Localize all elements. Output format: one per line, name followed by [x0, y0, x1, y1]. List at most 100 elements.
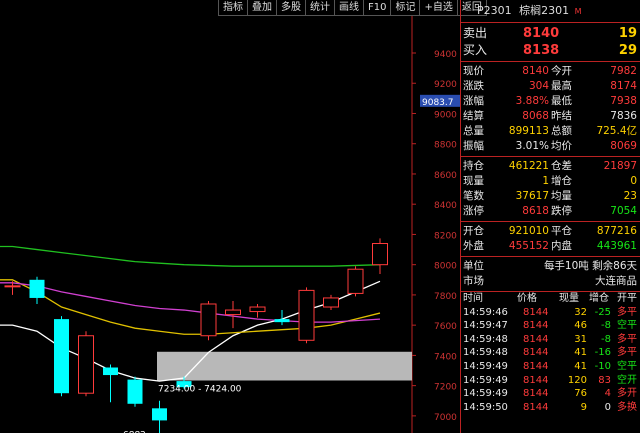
- stat-row: 外盘 455152 内盘 443961: [461, 239, 640, 254]
- trade-row: 14:59:49 8144 120 83 空开: [461, 374, 640, 388]
- stat-label: 均价: [551, 140, 572, 152]
- toolbar-button[interactable]: 叠加: [247, 0, 277, 16]
- market-value: 大连商品: [595, 275, 637, 287]
- stat-label: 持仓: [463, 160, 484, 172]
- stat-label: 总额: [551, 125, 572, 137]
- y-tick-label: 7000: [434, 413, 457, 423]
- trade-type: 多平: [617, 333, 637, 345]
- zone-label: 7234.00 - 7424.00: [158, 384, 242, 394]
- stat-value: 725.4亿: [596, 125, 637, 137]
- stat-label: 内盘: [551, 240, 572, 252]
- trade-change: -25: [594, 306, 611, 318]
- stat-row: 总量 899113 总额 725.4亿: [461, 124, 640, 139]
- stat-label: 仓差: [551, 160, 572, 172]
- trade-row: 14:59:49 8144 76 4 多开: [461, 387, 640, 401]
- stat-value: 8068: [522, 110, 549, 122]
- trade-row: 14:59:46 8144 32 -25 多平: [461, 306, 640, 320]
- trade-change: 4: [604, 388, 611, 400]
- trade-price: 8144: [523, 347, 549, 359]
- kline-chart[interactable]: 7000 7200 7400 7600 7800 8000 8200 8400 8600 8800…: [0, 0, 460, 433]
- stat-row: 现量 1 增仓 0: [461, 174, 640, 189]
- toolbar-button[interactable]: F10: [363, 0, 392, 16]
- stat-label: 外盘: [463, 240, 484, 252]
- contract-header: P2301 棕榈2301 M: [461, 0, 640, 23]
- candle-body: [225, 309, 241, 316]
- trade-price: 8144: [523, 388, 549, 400]
- toolbar-button[interactable]: +自选: [419, 0, 458, 16]
- trade-row: 14:59:48 8144 41 -16 多平: [461, 346, 640, 360]
- stat-row: 涨跌 304 最高 8174: [461, 79, 640, 94]
- stat-label: 增仓: [551, 175, 572, 187]
- trade-type: 多平: [617, 306, 637, 318]
- stat-value: 1: [542, 175, 549, 187]
- stat-value: 8069: [610, 140, 637, 152]
- candle-body: [4, 285, 21, 288]
- candle-body: [54, 319, 69, 394]
- stat-label: 跌停: [551, 205, 572, 217]
- buy-price: 8138: [523, 43, 560, 58]
- toolbar-button[interactable]: 统计: [305, 0, 335, 16]
- trade-change: -8: [601, 333, 611, 345]
- trade-type: 空平: [617, 360, 637, 372]
- y-tick-label: 7400: [434, 352, 457, 362]
- sell-volume: 19: [618, 26, 637, 41]
- trade-time: 14:59:48: [463, 347, 508, 359]
- trade-price: 8144: [523, 306, 549, 318]
- trades-header: 时间 价格 现量 增仓 开平: [461, 292, 640, 306]
- col-price: 价格: [517, 293, 537, 304]
- stat-label: 涨停: [463, 205, 484, 217]
- stat-row: 振幅 3.01% 均价 8069: [461, 139, 640, 154]
- stat-value: 877216: [596, 225, 637, 237]
- chart-toolbar: 指标 叠加 多股 统计 画线 F10 标记 +自选 返回: [218, 0, 487, 16]
- trade-row: 14:59:49 8144 41 -10 空平: [461, 360, 640, 374]
- stat-row: 笔数 37617 均量 23: [461, 189, 640, 204]
- col-volume: 现量: [559, 293, 579, 304]
- trade-time: 14:59:49: [463, 388, 508, 400]
- buy-row: 买入 8138 29: [461, 42, 640, 59]
- stat-value: 7938: [610, 95, 637, 107]
- toolbar-button[interactable]: 指标: [218, 0, 248, 16]
- trade-type: 多平: [617, 347, 637, 359]
- sell-label: 卖出: [463, 26, 488, 40]
- candle-body: [347, 268, 364, 294]
- trades-list[interactable]: 14:59:46 8144 32 -25 多平 14:59:47 8144 46 -8 空平 14:…: [461, 306, 640, 415]
- stat-row: 结算 8068 昨结 7836: [461, 109, 640, 124]
- toolbar-button[interactable]: 画线: [334, 0, 364, 16]
- stat-row: 持仓 461221 仓差 21897: [461, 159, 640, 174]
- stat-label: 开仓: [463, 225, 484, 237]
- trade-volume: 120: [567, 374, 587, 386]
- trade-volume: 76: [574, 388, 587, 400]
- y-tick-label: 7200: [434, 383, 457, 393]
- trade-volume: 31: [574, 333, 587, 345]
- buy-volume: 29: [618, 43, 637, 58]
- stats-block: 现价 8140 今开 7982 涨跌 304 最高 8174 涨幅 3.88% 最低 7938 结算 80…: [461, 62, 640, 157]
- stat-label: 昨结: [551, 110, 572, 122]
- trade-type: 多换: [617, 401, 637, 413]
- y-tick-label: 8600: [434, 171, 457, 181]
- candle-body: [274, 319, 290, 323]
- unit-label: 单位: [463, 260, 484, 272]
- trade-volume: 46: [574, 320, 587, 332]
- toolbar-button[interactable]: 多股: [276, 0, 306, 16]
- stat-row: 现价 8140 今开 7982: [461, 64, 640, 79]
- quote-panel: P2301 棕榈2301 M 卖出 8140 19 买入 8138 29 现价 8…: [460, 0, 640, 433]
- position-block: 持仓 461221 仓差 21897 现量 1 增仓 0 笔数 37617 均量 23 涨停 8618 跌停…: [461, 157, 640, 222]
- market-row: 市场 大连商品: [461, 274, 640, 289]
- col-change: 增仓: [589, 293, 609, 304]
- stat-label: 最高: [551, 80, 572, 92]
- trade-time: 14:59:48: [463, 333, 508, 345]
- stat-label: 均量: [551, 190, 572, 202]
- contract-code: P2301: [477, 4, 512, 17]
- stat-label: 最低: [551, 95, 572, 107]
- y-tick-label: 7600: [434, 322, 457, 332]
- stat-value: 37617: [515, 190, 549, 202]
- stat-label: 笔数: [463, 190, 484, 202]
- candle-body: [323, 297, 339, 308]
- stat-value: 23: [623, 190, 637, 202]
- stat-label: 现量: [463, 175, 484, 187]
- unit-row: 单位 每手10吨 剩余86天: [461, 259, 640, 274]
- stat-value: 443961: [596, 240, 637, 252]
- trade-row: 14:59:48 8144 31 -8 多平: [461, 333, 640, 347]
- toolbar-button[interactable]: 标记: [390, 0, 421, 16]
- trade-volume: 9: [580, 401, 587, 413]
